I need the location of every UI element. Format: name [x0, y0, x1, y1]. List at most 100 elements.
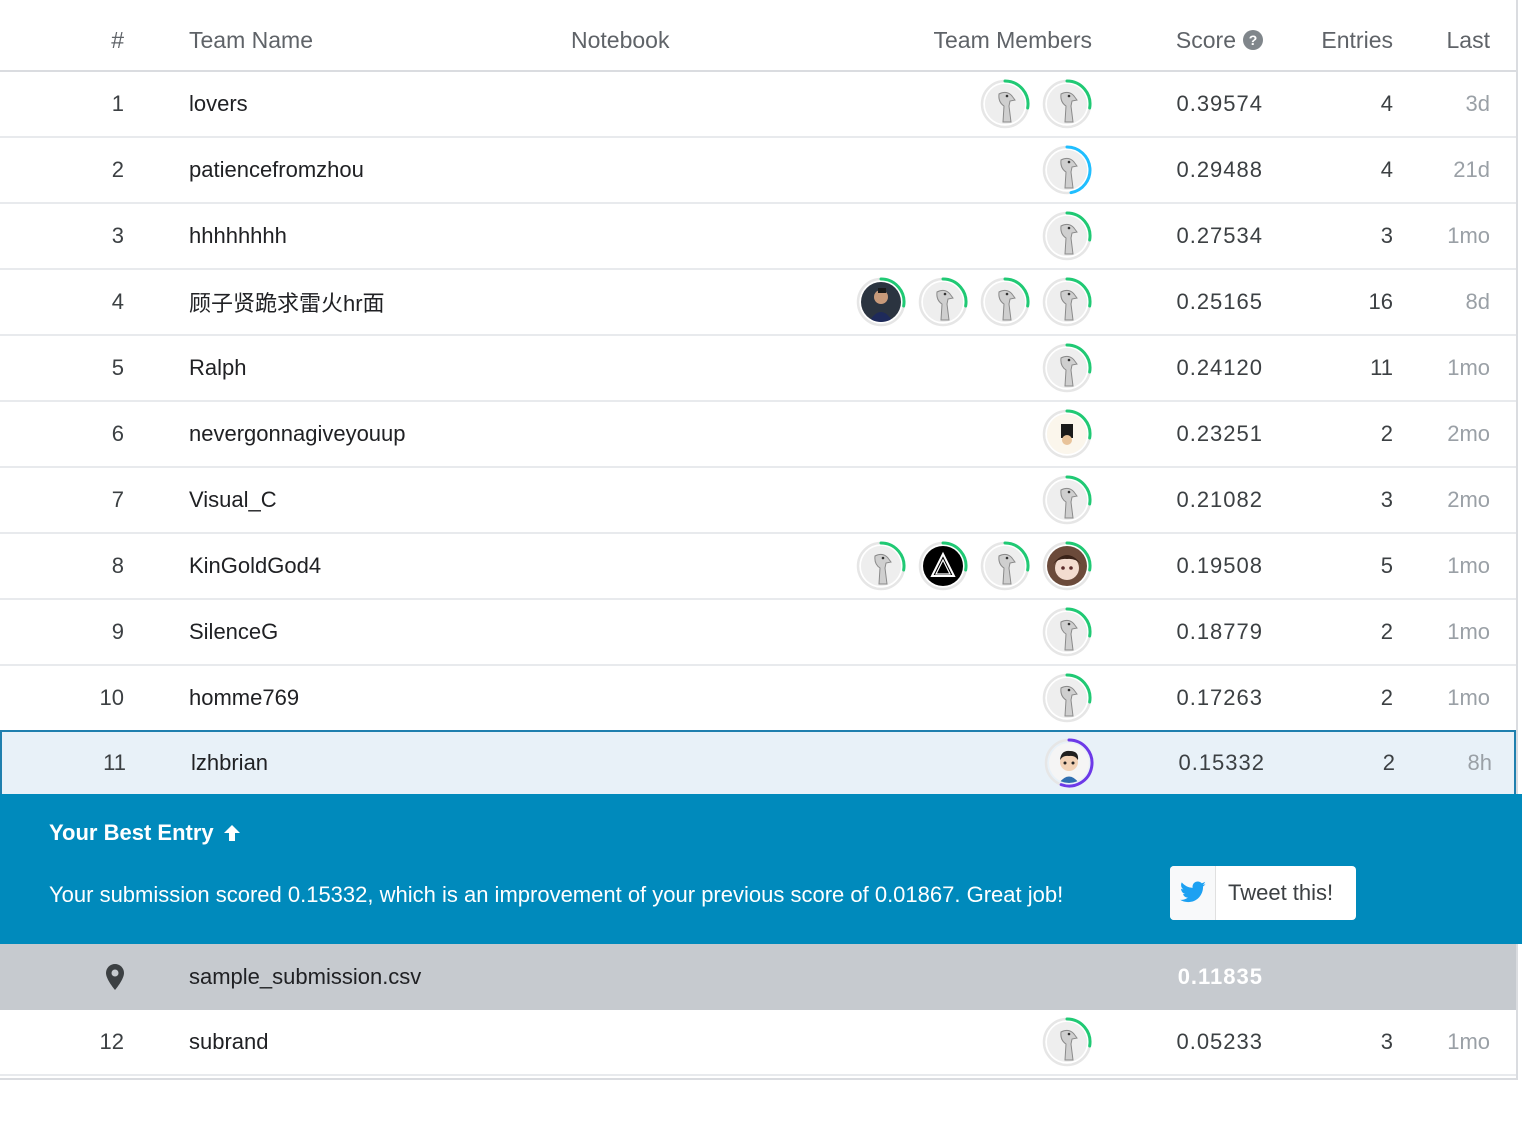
- team-name[interactable]: nevergonnagiveyouup: [189, 402, 406, 466]
- table-row[interactable]: 12 subrand 0.05233 3 1mo: [0, 1010, 1516, 1076]
- arrow-up-icon: [223, 825, 240, 841]
- member-avatar[interactable]: [1042, 673, 1092, 723]
- avatar-image: [985, 84, 1025, 124]
- table-row-current-team[interactable]: 11 lzhbrian 0.15332 2 8h: [0, 730, 1516, 796]
- member-avatar[interactable]: [980, 541, 1030, 591]
- benchmark-row: sample_submission.csv 0.11835: [0, 944, 1516, 1010]
- table-row[interactable]: 7 Visual_C 0.21082 3 2mo: [0, 468, 1516, 534]
- best-entry-title: Your Best Entry: [49, 820, 242, 846]
- team-members: [820, 468, 1092, 532]
- team-name[interactable]: lovers: [189, 72, 248, 136]
- member-avatar[interactable]: [1044, 738, 1094, 788]
- best-entry-message: Your submission scored 0.15332, which is…: [49, 882, 1064, 907]
- table-row[interactable]: 9 SilenceG 0.18779 2 1mo: [0, 600, 1516, 666]
- member-avatar[interactable]: [1042, 277, 1092, 327]
- table-row[interactable]: 1 lovers 0.39574 4 3d: [0, 72, 1516, 138]
- avatar-image: [1047, 1022, 1087, 1062]
- avatar-image: [861, 546, 901, 586]
- member-avatar[interactable]: [1042, 1017, 1092, 1067]
- team-name[interactable]: hhhhhhhh: [189, 204, 287, 268]
- team-name[interactable]: homme769: [189, 666, 299, 730]
- table-header: # Team Name Notebook Team Members Score …: [0, 10, 1516, 72]
- tweet-button[interactable]: Tweet this!: [1170, 866, 1356, 920]
- header-notebook: Notebook: [571, 26, 670, 53]
- team-name[interactable]: Visual_C: [189, 468, 277, 532]
- team-last: 1mo: [1447, 553, 1490, 578]
- team-score: 0.05233: [1176, 1029, 1263, 1054]
- team-members: [820, 402, 1092, 466]
- team-last: 1mo: [1447, 223, 1490, 248]
- avatar-image: [1047, 84, 1087, 124]
- team-rank: 2: [111, 157, 124, 182]
- table-row[interactable]: 5 Ralph 0.24120 11 1mo: [0, 336, 1516, 402]
- member-avatar[interactable]: [980, 277, 1030, 327]
- table-row[interactable]: 8 KinGoldGod4 0.19508 5 1mo: [0, 534, 1516, 600]
- team-score: 0.29488: [1176, 157, 1263, 182]
- avatar-image: [1047, 678, 1087, 718]
- header-team-name[interactable]: Team Name: [189, 10, 313, 70]
- team-members: [820, 204, 1092, 268]
- team-last: 1mo: [1447, 685, 1490, 710]
- member-avatar[interactable]: [1042, 79, 1092, 129]
- table-row[interactable]: 3 hhhhhhhh 0.27534 3 1mo: [0, 204, 1516, 270]
- table-row[interactable]: 2 patiencefromzhou 0.29488 4 21d: [0, 138, 1516, 204]
- team-name[interactable]: patiencefromzhou: [189, 138, 364, 202]
- member-avatar[interactable]: [1042, 475, 1092, 525]
- team-members: [822, 732, 1094, 794]
- avatar-image: [1047, 480, 1087, 520]
- member-avatar[interactable]: [1042, 211, 1092, 261]
- help-icon[interactable]: ?: [1243, 30, 1263, 50]
- benchmark-name: sample_submission.csv: [189, 964, 422, 989]
- member-avatar[interactable]: [980, 79, 1030, 129]
- avatar-image: [985, 282, 1025, 322]
- member-avatar[interactable]: [918, 277, 968, 327]
- team-name[interactable]: lzhbrian: [191, 732, 268, 794]
- member-avatar[interactable]: [856, 277, 906, 327]
- avatar-image: [1047, 216, 1087, 256]
- team-score: 0.25165: [1176, 289, 1263, 314]
- team-rank: 5: [111, 355, 124, 380]
- member-avatar[interactable]: [1042, 541, 1092, 591]
- team-last: 1mo: [1447, 1029, 1490, 1054]
- member-avatar[interactable]: [1042, 343, 1092, 393]
- team-name[interactable]: subrand: [189, 1010, 269, 1074]
- team-last: 2mo: [1447, 421, 1490, 446]
- header-rank[interactable]: #: [60, 10, 124, 70]
- avatar-image: [1047, 150, 1087, 190]
- leaderboard-table: # Team Name Notebook Team Members Score …: [0, 0, 1522, 1080]
- team-score: 0.17263: [1176, 685, 1263, 710]
- tweet-label: Tweet this!: [1228, 880, 1334, 905]
- team-last: 1mo: [1447, 355, 1490, 380]
- team-name[interactable]: Ralph: [189, 336, 246, 400]
- header-score-label: Score: [1175, 26, 1236, 53]
- member-avatar[interactable]: [856, 541, 906, 591]
- team-entries: 5: [1380, 553, 1393, 578]
- avatar-image: [1047, 612, 1087, 652]
- table-row[interactable]: 6 nevergonnagiveyouup 0.23251 2 2mo: [0, 402, 1516, 468]
- member-avatar[interactable]: [1042, 607, 1092, 657]
- team-score: 0.39574: [1176, 91, 1263, 116]
- member-avatar[interactable]: [1042, 145, 1092, 195]
- map-pin-icon: [106, 964, 124, 990]
- member-avatar[interactable]: [918, 541, 968, 591]
- member-avatar[interactable]: [1042, 409, 1092, 459]
- header-score[interactable]: Score ?: [1120, 10, 1263, 70]
- team-rank: 12: [99, 1029, 124, 1054]
- team-name[interactable]: SilenceG: [189, 600, 278, 664]
- team-name[interactable]: KinGoldGod4: [189, 534, 321, 598]
- team-last: 3d: [1465, 91, 1490, 116]
- avatar-image: [923, 546, 963, 586]
- team-last: 21d: [1453, 157, 1490, 182]
- team-last: 1mo: [1447, 619, 1490, 644]
- header-last[interactable]: Last: [1410, 10, 1490, 70]
- table-row[interactable]: 4 顾子贤跪求雷火hr面 0.25165 16 8d: [0, 270, 1516, 336]
- team-entries: 16: [1368, 289, 1393, 314]
- team-rank: 11: [103, 750, 126, 775]
- header-entries[interactable]: Entries: [1300, 10, 1393, 70]
- team-name[interactable]: 顾子贤跪求雷火hr面: [189, 270, 385, 334]
- benchmark-score: 0.11835: [1177, 964, 1263, 989]
- team-rank: 10: [99, 685, 124, 710]
- team-last: 8d: [1465, 289, 1490, 314]
- table-row[interactable]: 10 homme769 0.17263 2 1mo: [0, 666, 1516, 732]
- team-members: [820, 666, 1092, 730]
